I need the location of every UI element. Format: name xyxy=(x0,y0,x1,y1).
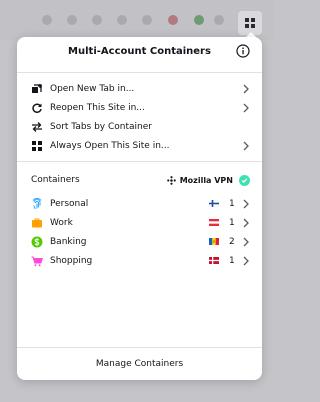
container-item-personal[interactable]: Personal 1 xyxy=(17,194,262,213)
toolbar-icon[interactable] xyxy=(168,15,178,25)
popup-title: Multi-Account Containers xyxy=(68,46,211,57)
container-name: Banking xyxy=(50,236,87,247)
popup-header: Multi-Account Containers xyxy=(17,38,262,65)
open-new-tab-item[interactable]: Open New Tab in... xyxy=(17,79,262,98)
chevron-right-icon xyxy=(243,199,249,208)
toolbar-icon[interactable] xyxy=(194,15,204,25)
tab-count: 1 xyxy=(229,255,235,266)
manage-containers-button[interactable]: Manage Containers xyxy=(17,347,262,380)
container-name: Work xyxy=(50,217,73,228)
cart-icon xyxy=(31,255,43,267)
chevron-right-icon xyxy=(243,256,249,265)
vpn-icon xyxy=(166,175,176,185)
menu-item-label: Reopen This Site in... xyxy=(50,102,145,113)
menu-item-label: Open New Tab in... xyxy=(50,83,135,94)
austria-flag-icon xyxy=(209,219,219,226)
mozilla-vpn-toggle[interactable]: Mozilla VPN xyxy=(166,174,250,186)
containers-heading: Containers xyxy=(31,175,80,185)
fingerprint-icon xyxy=(31,197,43,210)
new-tab-icon xyxy=(31,83,43,95)
finland-flag-icon xyxy=(209,200,219,207)
grid-icon xyxy=(245,18,255,28)
menu-item-label: Always Open This Site in... xyxy=(50,140,170,151)
toolbar-icon[interactable] xyxy=(92,15,102,25)
container-item-work[interactable]: Work 1 xyxy=(17,213,262,232)
reopen-icon xyxy=(31,102,43,114)
tab-count: 1 xyxy=(229,217,235,228)
chevron-right-icon xyxy=(243,237,249,246)
denmark-flag-icon xyxy=(209,257,219,264)
briefcase-icon xyxy=(31,217,43,229)
chevron-right-icon xyxy=(243,141,249,150)
chevron-right-icon xyxy=(243,84,249,93)
action-menu: Open New Tab in... Reopen This Site in..… xyxy=(17,73,262,161)
menu-item-label: Sort Tabs by Container xyxy=(50,121,152,132)
toolbar-icon[interactable] xyxy=(142,15,152,25)
toolbar-icon[interactable] xyxy=(214,15,224,25)
containers-popup: Multi-Account Containers Open New Tab in… xyxy=(17,37,262,380)
info-icon[interactable] xyxy=(236,44,250,58)
container-item-shopping[interactable]: Shopping 1 xyxy=(17,251,262,270)
container-item-banking[interactable]: Banking 2 xyxy=(17,232,262,251)
dollar-icon xyxy=(31,236,43,248)
toolbar-icon[interactable] xyxy=(117,15,127,25)
toolbar-icon[interactable] xyxy=(42,15,52,25)
containers-header: Containers Mozilla VPN xyxy=(17,170,262,190)
manage-containers-label: Manage Containers xyxy=(95,359,184,369)
vpn-status-icon xyxy=(239,174,250,186)
container-name: Shopping xyxy=(50,255,93,266)
chevron-right-icon xyxy=(243,103,249,112)
browser-toolbar xyxy=(0,0,274,40)
moldova-flag-icon xyxy=(209,238,219,245)
tab-count: 2 xyxy=(229,236,235,247)
containers-list: Personal 1 Work 1 Banking 2 Shopping 1 xyxy=(17,190,262,270)
grid-icon xyxy=(31,140,43,152)
container-name: Personal xyxy=(50,198,89,209)
chevron-right-icon xyxy=(243,218,249,227)
divider xyxy=(17,161,262,162)
reopen-site-item[interactable]: Reopen This Site in... xyxy=(17,98,262,117)
tab-count: 1 xyxy=(229,198,235,209)
toolbar-icon[interactable] xyxy=(67,15,77,25)
sort-tabs-item[interactable]: Sort Tabs by Container xyxy=(17,117,262,136)
vpn-label: Mozilla VPN xyxy=(179,175,233,185)
sort-icon xyxy=(31,121,43,133)
always-open-item[interactable]: Always Open This Site in... xyxy=(17,136,262,155)
